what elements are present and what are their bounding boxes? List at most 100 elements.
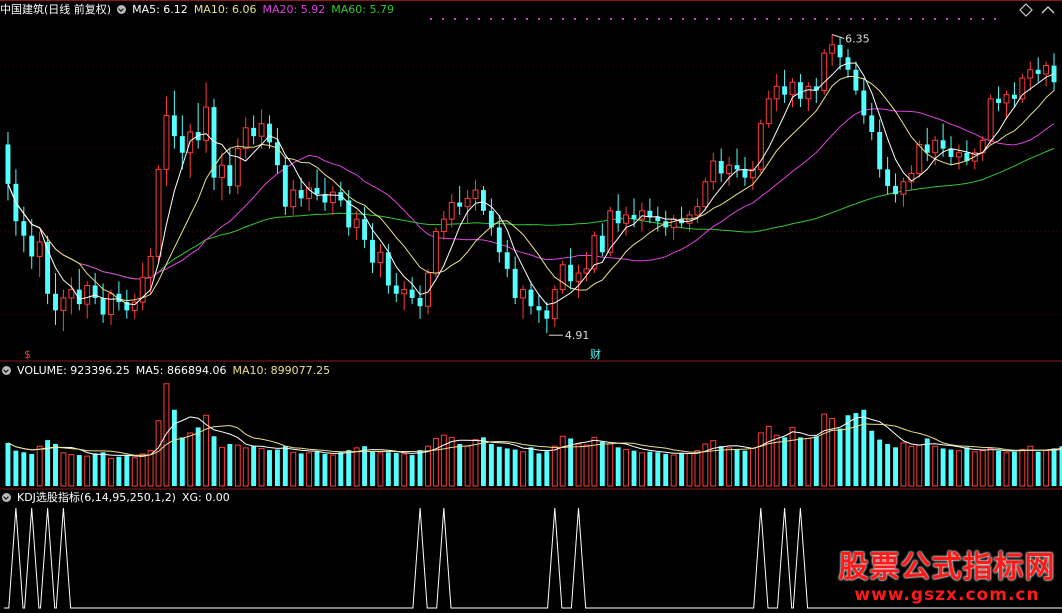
candle-body [544,310,550,319]
indicator-dot [742,18,744,20]
volume-bar [782,437,788,486]
toggle-circle-icon[interactable] [2,492,11,502]
volume-bar [108,457,114,487]
candle-body [726,164,733,174]
candle-body [108,293,114,316]
high-price-label: 6.35 [845,33,870,46]
candle-body [1043,65,1050,75]
indicator-dot [706,18,708,20]
volume-bar [900,442,907,487]
toggle-circle-icon[interactable] [117,4,127,14]
candle-body [631,214,637,220]
volume-bar [171,409,177,486]
volume-bar [948,449,954,486]
volume-bar [353,447,360,487]
volume-bar [916,444,923,487]
volume-bar [877,439,883,486]
watermark-title: 股票公式指标网 [838,550,1056,585]
stock-title: 中国建筑(日线 前复权) [0,3,112,16]
volume-bar [1051,448,1057,486]
indicator-dot [622,18,624,20]
volume-bar [258,447,265,487]
volume-bar [615,447,621,486]
volume-bar [528,447,534,486]
candle-body [520,289,527,299]
volume-bar [480,437,486,486]
candle-body [615,210,621,224]
candle-body [797,82,803,99]
candle-body [955,152,962,158]
volume-bar [60,452,67,487]
indicator-dot [526,18,528,20]
volume-bar [670,454,677,487]
indicator-dot [802,18,804,20]
indicator-dot [562,18,564,20]
volume-bar [211,436,217,486]
volume-bar [306,452,313,487]
indicator-dot [658,18,660,20]
volume-bar [742,450,748,486]
volume-bar [370,451,375,486]
candle-body [53,293,58,311]
stock-chart: 6.35 4.91 $ 财 [0,0,1062,609]
volume-bar [362,446,368,486]
ma20-readout: MA20: 5.92 [262,3,326,16]
volume-bar [551,445,558,487]
indicator-dot [886,18,888,20]
toggle-circle-icon[interactable] [2,365,11,375]
volume-bar [116,456,122,486]
indicator-dot [958,18,960,20]
watermark-url: www.gszx.com.cn [854,585,1040,605]
volume-bar [940,448,946,486]
candle-body [789,81,796,96]
top-right-icons[interactable] [1019,3,1055,17]
candle-body [575,272,582,282]
volume-bar [29,453,35,486]
volume-bar [329,454,336,487]
candle-body [853,69,859,91]
volume-bar [765,425,772,487]
volume-bar [251,446,257,486]
candle-body [782,86,788,95]
volume-bar [663,453,669,486]
candle-body [234,148,241,187]
candle-body [36,241,43,257]
volume-bar [1027,445,1034,487]
candle-body [536,306,542,311]
indicator-dot [454,18,456,20]
candle-body [1003,94,1010,104]
candle-body [84,284,91,305]
indicator-dot [646,18,648,20]
indicator-dot [862,18,864,20]
candle-body [742,169,748,178]
candle-body [401,289,408,295]
candle-body [496,227,502,253]
candle-body [267,123,272,143]
volume-bar [1011,451,1017,486]
candle-body [393,285,399,294]
candle-body [457,202,463,207]
candle-body [1051,65,1057,83]
candle-body [440,218,447,233]
volume-bar [227,444,233,486]
indicator-dot [910,18,912,20]
volume-bar [1019,449,1026,487]
price-annotations: 6.35 4.91 $ 财 [24,33,870,361]
indicator-dot [514,18,516,20]
volume-bar [346,450,352,486]
volume-bar [631,450,637,486]
volume-bar [932,445,939,487]
indicator-dot [634,18,636,20]
candle-body [163,114,170,170]
volume-bar [885,444,891,486]
volume-bar [853,413,859,486]
volume-bar [544,451,550,486]
candle-body [68,289,75,299]
volume-bar [163,383,170,487]
candle-body [877,132,883,170]
volume-bar [21,452,27,486]
candle-body [861,90,867,116]
candle-body [329,191,336,204]
volume-bar [979,450,986,487]
volume-bar [1003,452,1010,487]
